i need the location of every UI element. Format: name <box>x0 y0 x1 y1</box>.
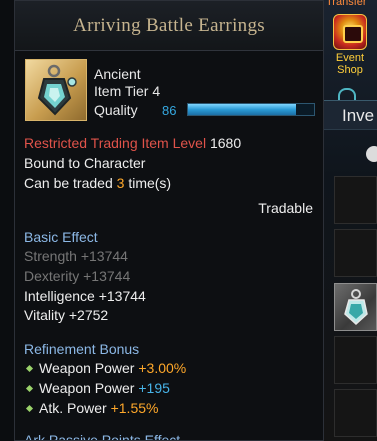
stat-dexterity: Dexterity +13744 <box>24 268 131 284</box>
refinement-bonus-item: Weapon Power +3.00% <box>24 360 186 377</box>
inventory-slot[interactable] <box>334 336 377 384</box>
ark-passive-heading: Ark Passive Points Effect <box>24 432 181 441</box>
earring-icon <box>37 64 77 116</box>
basic-effect-heading: Basic Effect <box>24 229 98 245</box>
bound-status: Bound to Character <box>24 155 146 171</box>
refinement-bonus-item: Weapon Power +195 <box>24 380 170 397</box>
item-tier: Item Tier 4 <box>94 83 161 99</box>
item-name: Arriving Battle Earrings <box>73 14 265 36</box>
event-shop-button[interactable]: Event Shop <box>326 10 374 80</box>
quality-bar-fill <box>188 104 297 115</box>
tooltip-title-bar: Arriving Battle Earrings <box>15 1 323 51</box>
bullet-icon <box>25 404 34 413</box>
inventory-slot[interactable] <box>334 176 377 224</box>
bullet-icon <box>25 364 34 373</box>
item-icon-frame <box>25 59 87 121</box>
inventory-tab[interactable]: Inve <box>318 100 377 130</box>
refinement-bonus-heading: Refinement Bonus <box>24 341 140 357</box>
event-shop-icon <box>333 14 367 50</box>
earring-icon <box>344 289 368 326</box>
quality-value: 86 <box>162 103 177 118</box>
stat-strength: Strength +13744 <box>24 248 128 264</box>
item-tooltip: Arriving Battle Earrings Ancient Item Ti… <box>14 0 324 441</box>
bullet-icon <box>25 384 34 393</box>
inventory-slot[interactable] <box>334 389 377 437</box>
inventory-slot-earring[interactable] <box>334 283 377 331</box>
refinement-bonus-item: Atk. Power +1.55% <box>24 400 158 417</box>
stat-vitality: Vitality +2752 <box>24 307 109 323</box>
trade-count-line: Can be traded 3 time(s) <box>24 175 172 191</box>
restricted-trading-line: Restricted Trading Item Level 1680 <box>24 135 242 151</box>
transfer-label[interactable]: Transfer <box>326 0 367 8</box>
event-shop-label: Event Shop <box>335 52 365 76</box>
tradable-status: Tradable <box>258 200 313 216</box>
item-grade: Ancient <box>94 66 141 82</box>
inventory-sort-icon[interactable] <box>366 146 377 162</box>
quality-label: Quality <box>94 102 138 118</box>
inventory-slot[interactable] <box>334 229 377 277</box>
quality-bar <box>187 103 315 116</box>
item-header: Ancient Item Tier 4 Quality 86 <box>15 51 323 129</box>
stat-intelligence: Intelligence +13744 <box>24 288 146 304</box>
